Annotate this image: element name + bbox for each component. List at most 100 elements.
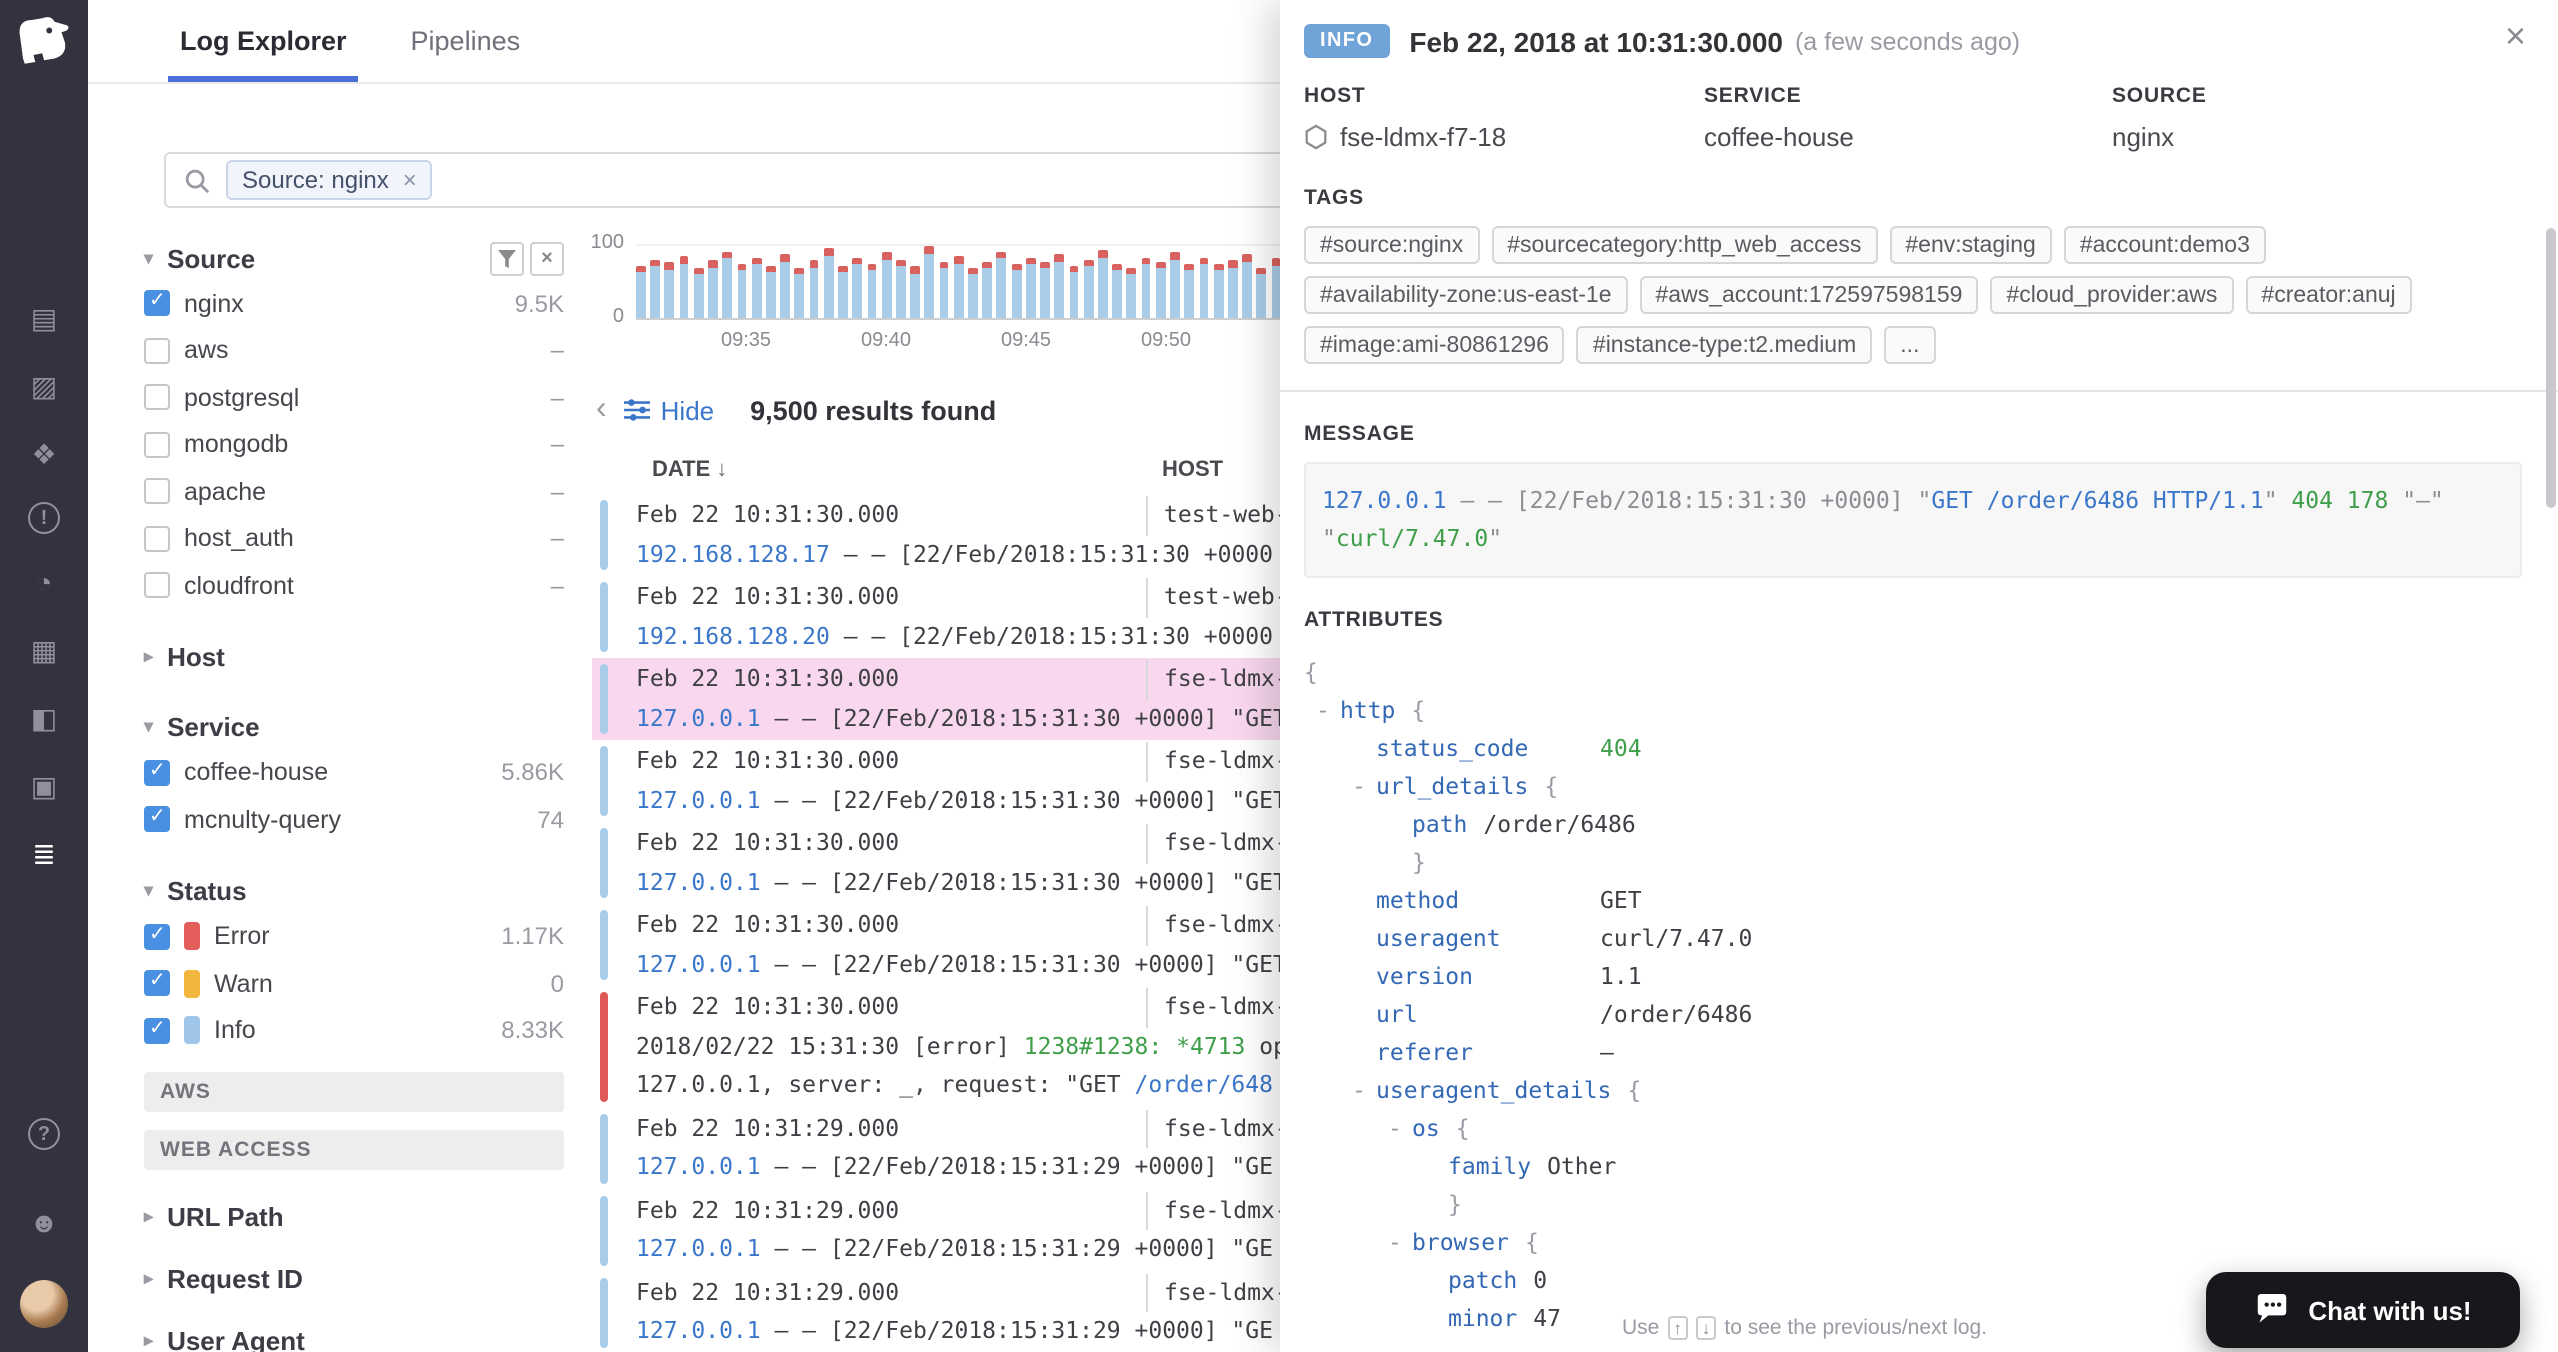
attribute-key[interactable]: http (1340, 696, 1395, 724)
facet-item-coffee-house[interactable]: coffee-house 5.86K (144, 749, 564, 796)
attribute-key[interactable]: patch (1448, 1266, 1517, 1294)
facet-item-nginx[interactable]: nginx 9.5K (144, 280, 564, 327)
tag-pill[interactable]: #availability-zone:us-east-1e (1304, 276, 1628, 314)
tag-pill[interactable]: #cloud_provider:aws (1990, 276, 2234, 314)
histogram-bar[interactable] (708, 260, 718, 318)
logs-icon[interactable]: ≣ (24, 834, 64, 874)
attribute-key[interactable]: path (1412, 810, 1467, 838)
integrations-icon[interactable]: ▦ (24, 630, 64, 670)
notebooks-icon[interactable]: ▣ (24, 766, 64, 806)
column-header-date[interactable]: DATE ↓ (652, 458, 727, 482)
histogram-bar[interactable] (924, 246, 935, 318)
chevron-left-icon[interactable]: ‹ (596, 393, 607, 426)
tag-pill[interactable]: #creator:anuj (2245, 276, 2412, 314)
histogram-bar[interactable] (650, 260, 661, 318)
histogram-bar[interactable] (1184, 264, 1195, 318)
facet-item-host_auth[interactable]: host_auth – (144, 515, 564, 562)
histogram-bar[interactable] (636, 265, 646, 318)
collapse-toggle[interactable]: - (1316, 692, 1340, 730)
histogram-bar[interactable] (1256, 267, 1267, 318)
attribute-key[interactable]: referer (1376, 1034, 1600, 1072)
apm-icon[interactable]: ◧ (24, 698, 64, 738)
tag-pill[interactable]: #image:ami-80861296 (1304, 326, 1565, 364)
facet-item-aws[interactable]: aws – (144, 327, 564, 374)
collapse-toggle[interactable]: - (1352, 1072, 1376, 1110)
checkbox-host_auth[interactable] (144, 525, 170, 552)
attribute-key[interactable]: method (1376, 882, 1600, 920)
histogram-bar[interactable] (968, 267, 978, 318)
facet-header-status[interactable]: ▾ Status (144, 869, 564, 913)
histogram-bar[interactable] (996, 251, 1007, 318)
histogram-bar[interactable] (751, 257, 762, 318)
checkbox-nginx[interactable] (144, 290, 170, 317)
log-row[interactable]: Feb 22 10:31:30.000 fse-ldmx- 127.0.0.1 – … (592, 904, 1280, 986)
checkbox-coffee-house[interactable] (144, 759, 170, 786)
facet-item-mongodb[interactable]: mongodb – (144, 421, 564, 468)
scrollbar-thumb[interactable] (2546, 228, 2556, 508)
histogram-bar[interactable] (1025, 258, 1036, 318)
log-row[interactable]: Feb 22 10:31:29.000 fse-ldmx- 127.0.0.1 – … (592, 1271, 1280, 1352)
datadog-logo[interactable] (0, 0, 88, 68)
facet-section-web-access[interactable]: WEB ACCESS (144, 1130, 564, 1170)
tag-pill[interactable]: #aws_account:172597598159 (1639, 276, 1979, 314)
collapse-toggle[interactable]: - (1388, 1224, 1412, 1262)
facet-item-mcnulty-query[interactable]: mcnulty-query 74 (144, 796, 564, 843)
facet-item-cloudfront[interactable]: cloudfront – (144, 562, 564, 609)
collapse-toggle[interactable]: - (1352, 768, 1376, 806)
histogram-bar[interactable] (1141, 257, 1151, 318)
monitors-icon[interactable]: ! (28, 502, 60, 534)
log-row[interactable]: Feb 22 10:31:30.000 test-web- 192.168.128.… (592, 494, 1280, 576)
histogram-bar[interactable] (1011, 264, 1022, 318)
tag-pill[interactable]: #source:nginx (1304, 226, 1480, 264)
histogram-bar[interactable] (1126, 267, 1137, 318)
histogram-bar[interactable] (939, 261, 949, 318)
histogram-bar[interactable] (881, 252, 892, 318)
checkbox-Info[interactable] (144, 1017, 170, 1044)
histogram-bar[interactable] (780, 254, 791, 318)
checkbox-cloudfront[interactable] (144, 572, 170, 599)
facet-header-host[interactable]: ▸ Host (144, 635, 564, 679)
log-row[interactable]: Feb 22 10:31:29.000 fse-ldmx- 127.0.0.1 – … (592, 1189, 1280, 1271)
histogram-bar[interactable] (1054, 254, 1065, 318)
tag-pill[interactable]: ... (1884, 326, 1936, 364)
attribute-key[interactable]: url_details (1376, 772, 1528, 800)
checkbox-postgresql[interactable] (144, 384, 170, 411)
facet-filter-button[interactable] (490, 241, 524, 275)
histogram-bar[interactable] (1098, 249, 1108, 318)
histogram-bar[interactable] (852, 258, 863, 318)
infrastructure-icon[interactable]: ❖ (24, 434, 64, 474)
attribute-key[interactable]: version (1376, 958, 1600, 996)
attribute-key[interactable]: minor (1448, 1304, 1517, 1332)
histogram-bar[interactable] (823, 247, 834, 318)
hide-facets-button[interactable]: Hide (624, 395, 714, 425)
histogram-bar[interactable] (1242, 254, 1253, 318)
log-row[interactable]: Feb 22 10:31:30.000 fse-ldmx- 127.0.0.1 – … (592, 740, 1280, 822)
metrics-icon[interactable]: ▨ (24, 366, 64, 406)
histogram-bar[interactable] (1170, 252, 1180, 318)
facet-item-Info[interactable]: Info 8.33K (144, 1007, 564, 1054)
log-row[interactable]: Feb 22 10:31:30.000 fse-ldmx- 127.0.0.1 – … (592, 658, 1280, 740)
histogram-bar[interactable] (953, 256, 964, 318)
facet-clear-button[interactable]: × (530, 241, 564, 275)
histogram-bar[interactable] (1227, 260, 1238, 318)
facet-item-Error[interactable]: Error 1.17K (144, 913, 564, 960)
tab-log-explorer[interactable]: Log Explorer (148, 0, 379, 82)
histogram-bar[interactable] (1083, 259, 1094, 318)
attribute-key[interactable]: useragent_details (1376, 1076, 1611, 1104)
checkbox-aws[interactable] (144, 337, 170, 364)
histogram-bar[interactable] (838, 266, 848, 318)
histogram-bar[interactable] (1155, 261, 1166, 318)
tag-pill[interactable]: #env:staging (1889, 226, 2052, 264)
checkbox-mongodb[interactable] (144, 431, 170, 458)
histogram-bar[interactable] (867, 263, 877, 318)
histogram-bar[interactable] (722, 251, 733, 318)
help-icon[interactable]: ? (28, 1118, 60, 1150)
facet-header-user-agent[interactable]: ▸ User Agent (144, 1326, 564, 1352)
user-avatar[interactable] (20, 1280, 68, 1328)
log-row[interactable]: Feb 22 10:31:30.000 test-web- 192.168.128.… (592, 576, 1280, 658)
column-header-host[interactable]: HOST (1146, 458, 1223, 482)
attribute-key[interactable]: useragent (1376, 920, 1600, 958)
boards-icon[interactable]: ▤ (24, 298, 64, 338)
attribute-key[interactable]: os (1412, 1114, 1440, 1142)
attribute-key[interactable]: browser (1412, 1228, 1509, 1256)
